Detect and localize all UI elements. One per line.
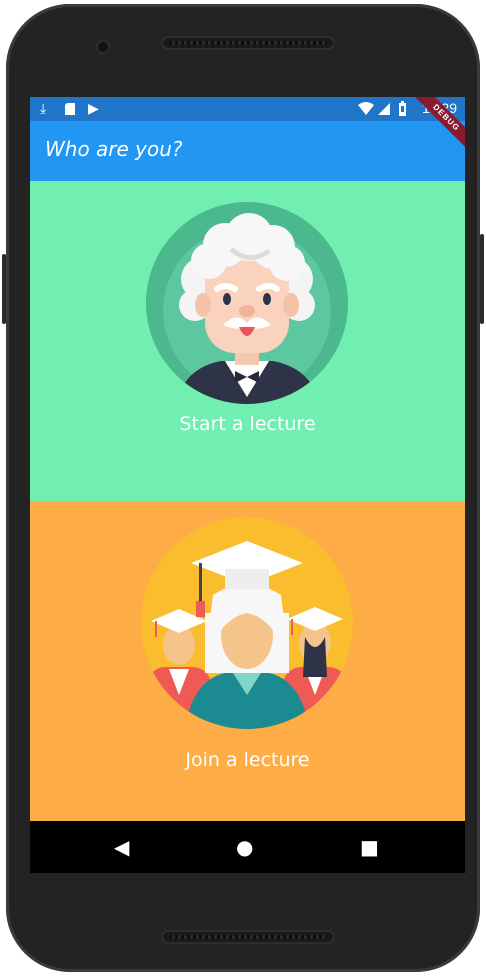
bottom-speaker	[161, 930, 335, 944]
recents-icon[interactable]: ■	[360, 835, 379, 859]
app-bar: Who are you?	[30, 121, 465, 181]
graduates-avatar	[141, 517, 353, 729]
home-icon[interactable]: ●	[236, 835, 253, 859]
front-camera	[98, 42, 108, 52]
back-icon[interactable]: ◀	[114, 835, 129, 859]
status-bar: ⤓ ▶ 12:29	[30, 97, 465, 121]
sd-card-icon	[64, 102, 76, 120]
play-store-icon: ▶	[88, 101, 99, 117]
join-lecture-panel[interactable]: Join a lecture	[30, 501, 465, 821]
volume-button	[2, 254, 6, 324]
system-nav-bar: ◀ ● ■	[30, 821, 465, 873]
page-title: Who are you?	[45, 137, 183, 161]
device-screen: ⤓ ▶ 12:29 Who are you? DEBUG	[30, 97, 465, 873]
start-lecture-panel[interactable]: Start a lecture	[30, 181, 465, 501]
signal-icon	[378, 102, 390, 119]
start-lecture-label: Start a lecture	[179, 413, 316, 435]
professor-avatar	[146, 202, 348, 404]
top-speaker	[161, 36, 335, 50]
download-icon: ⤓	[40, 101, 47, 117]
join-lecture-label: Join a lecture	[185, 749, 310, 771]
battery-icon	[398, 101, 407, 120]
power-button	[480, 234, 484, 324]
wifi-icon	[358, 102, 374, 119]
